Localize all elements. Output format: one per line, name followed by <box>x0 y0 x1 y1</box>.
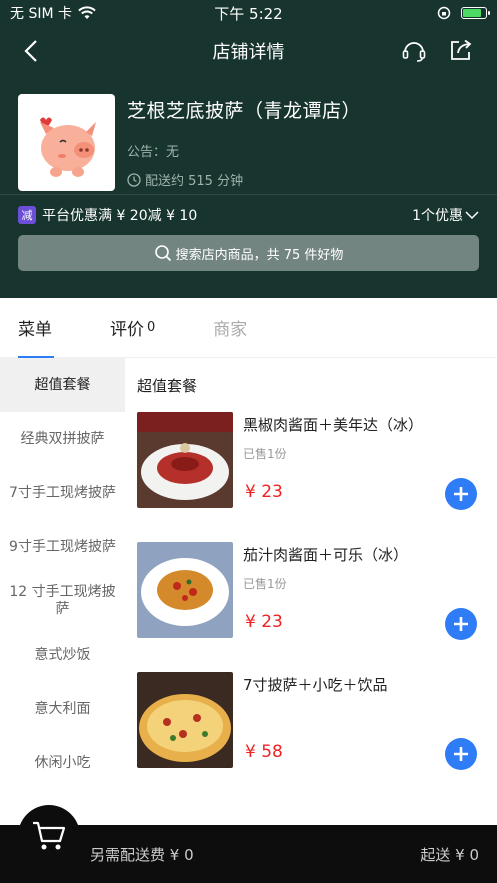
tab-reviews-label: 评价 <box>110 320 144 340</box>
clock-icon <box>127 172 141 187</box>
back-arrow-icon[interactable] <box>24 39 38 63</box>
discount-badge: 减 <box>18 206 36 224</box>
category-item-fried-rice[interactable]: 意式炒饭 <box>0 628 125 682</box>
status-bar: 无 SIM 卡 下午 5:22 <box>0 0 497 26</box>
category-item-snacks[interactable]: 休闲小吃 <box>0 736 125 790</box>
add-to-cart-button[interactable] <box>445 478 477 510</box>
pig-mascot-image <box>39 117 96 177</box>
product-price: ¥ 58 <box>245 742 283 762</box>
search-icon <box>154 245 171 262</box>
promo-row[interactable]: 减 平台优惠满 ¥ 20减 ¥ 10 1个优惠 <box>0 195 497 235</box>
promo-more[interactable]: 1个优惠 <box>412 205 479 225</box>
clock: 下午 5:22 <box>214 4 283 23</box>
store-header: 无 SIM 卡 下午 5:22 店铺详情 芝根芝底披萨（青龙谭店） 公告：无 配… <box>0 0 497 298</box>
add-to-cart-button[interactable] <box>445 738 477 770</box>
min-order-button[interactable]: 起送 ¥ 0 <box>420 844 479 865</box>
chevron-down-icon <box>465 211 479 220</box>
product-item[interactable]: 7寸披萨＋小吃＋饮品 ¥ 58 <box>137 672 497 802</box>
review-count: 0 <box>147 320 156 335</box>
product-price: ¥ 23 <box>245 482 283 502</box>
promo-text: 平台优惠满 ¥ 20减 ¥ 10 <box>42 208 198 224</box>
menu-content: 超值套餐 经典双拼披萨 7寸手工现烤披萨 9寸手工现烤披萨 12 寸手工现烤披萨… <box>0 358 497 823</box>
product-price: ¥ 23 <box>245 612 283 632</box>
tab-menu-label: 菜单 <box>18 320 52 340</box>
product-name: 茄汁肉酱面＋可乐（冰） <box>243 546 409 564</box>
category-item-7-inch-pizza[interactable]: 7寸手工现烤披萨 <box>0 466 125 520</box>
category-item-classic-double-pizza[interactable]: 经典双拼披萨 <box>0 412 125 466</box>
cart-button[interactable] <box>18 805 80 867</box>
product-sold: 已售1份 <box>243 577 287 591</box>
product-photo-pizza-combo <box>137 672 233 768</box>
store-tabs: 菜单 评价 0 商家 <box>0 298 497 358</box>
store-search-bar[interactable]: 搜索店内商品，共 75 件好物 <box>18 235 479 271</box>
share-icon[interactable] <box>449 38 473 62</box>
add-to-cart-button[interactable] <box>445 608 477 640</box>
search-placeholder: 搜索店内商品，共 75 件好物 <box>175 247 344 263</box>
store-logo <box>18 94 115 191</box>
tab-reviews[interactable]: 评价 0 <box>110 298 155 358</box>
shopping-cart-icon <box>33 821 66 850</box>
category-sidebar: 超值套餐 经典双拼披萨 7寸手工现烤披萨 9寸手工现烤披萨 12 寸手工现烤披萨… <box>0 358 125 823</box>
delivery-time-text: 配送约 515 分钟 <box>145 174 244 189</box>
store-info-row: 芝根芝底披萨（青龙谭店） 公告：无 配送约 515 分钟 <box>0 76 497 194</box>
plus-icon <box>454 617 468 631</box>
promo-count: 1个优惠 <box>412 208 463 224</box>
product-list: 超值套餐 黑椒肉酱面＋美年达（冰） 已售1份 ¥ 23 茄汁肉酱面＋可乐（冰） … <box>125 358 497 823</box>
category-item-pasta[interactable]: 意大利面 <box>0 682 125 736</box>
battery-level <box>463 9 481 17</box>
store-name: 芝根芝底披萨（青龙谭店） <box>127 100 362 122</box>
tab-menu[interactable]: 菜单 <box>18 298 54 358</box>
category-item-9-inch-pizza[interactable]: 9寸手工现烤披萨 <box>0 520 125 574</box>
category-item-value-combo[interactable]: 超值套餐 <box>0 358 125 412</box>
product-sold: 已售1份 <box>243 447 287 461</box>
tab-merchant-label: 商家 <box>213 320 248 340</box>
delivery-fee: 另需配送费 ¥ 0 <box>90 845 194 864</box>
battery-icon <box>461 7 490 19</box>
product-name: 7寸披萨＋小吃＋饮品 <box>243 676 388 694</box>
nav-bar: 店铺详情 <box>0 26 497 76</box>
delivery-time: 配送约 515 分钟 <box>127 170 361 189</box>
product-photo-black-pepper-pasta <box>137 412 233 508</box>
product-photo-tomato-pasta <box>137 542 233 638</box>
category-item-12-inch-pizza[interactable]: 12 寸手工现烤披萨 <box>0 574 125 628</box>
product-item[interactable]: 黑椒肉酱面＋美年达（冰） 已售1份 ¥ 23 <box>137 412 497 542</box>
product-item[interactable]: 茄汁肉酱面＋可乐（冰） 已售1份 ¥ 23 <box>137 542 497 672</box>
section-title: 超值套餐 <box>137 376 198 395</box>
tab-merchant[interactable]: 商家 <box>213 298 247 358</box>
plus-icon <box>454 747 468 761</box>
customer-service-icon[interactable] <box>401 38 427 64</box>
store-notice: 公告：无 <box>127 145 180 160</box>
product-name: 黑椒肉酱面＋美年达（冰） <box>243 416 424 434</box>
plus-icon <box>454 487 468 501</box>
